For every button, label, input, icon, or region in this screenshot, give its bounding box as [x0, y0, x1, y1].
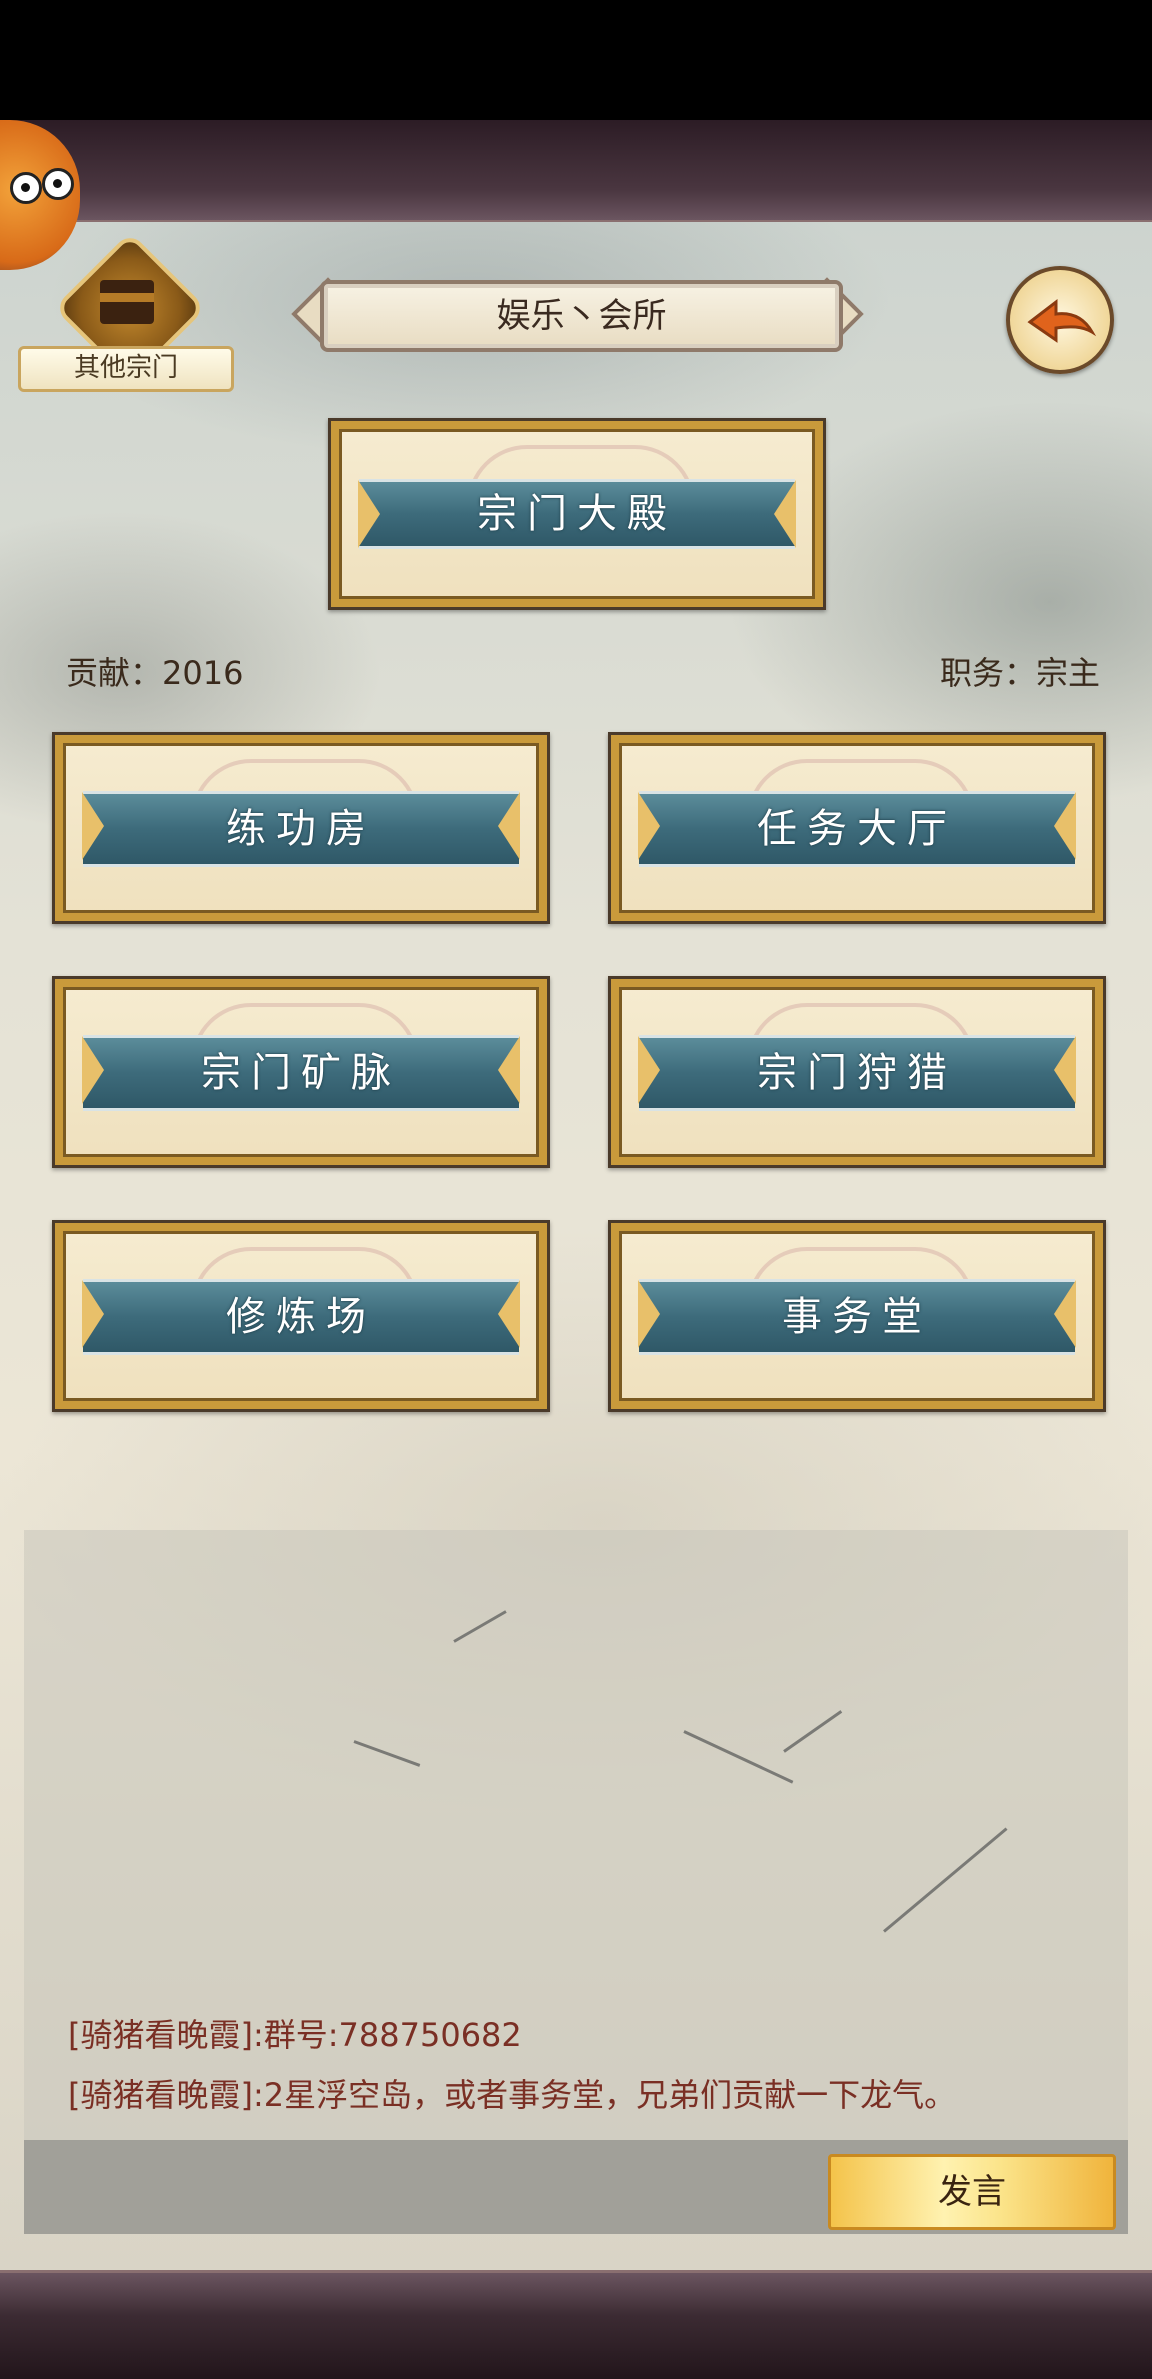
avatar-eye-icon	[42, 168, 74, 200]
avatar-eye-icon	[10, 172, 42, 204]
button-label: 修炼场	[82, 1279, 520, 1355]
button-label: 练功房	[82, 791, 520, 867]
top-frame	[0, 120, 1152, 223]
bottom-frame	[0, 2270, 1152, 2379]
chat-panel[interactable]: [骑猪看晚霞]:群号:788750682 [骑猪看晚霞]:2星浮空岛，或者事务堂…	[24, 1530, 1128, 2140]
bird-icon	[453, 1610, 507, 1643]
sect-main-hall-button[interactable]: 宗门大殿	[328, 418, 826, 610]
title-plaque: 娱乐丶会所	[290, 274, 865, 354]
button-label: 宗门狩猎	[638, 1035, 1076, 1111]
button-label: 任务大厅	[638, 791, 1076, 867]
training-room-button[interactable]: 练功房	[52, 732, 550, 924]
top-black-bar	[0, 0, 1152, 120]
main-hall-label: 宗门大殿	[358, 479, 796, 549]
sect-hunt-button[interactable]: 宗门狩猎	[608, 976, 1106, 1168]
position-text: 职务：宗主	[939, 654, 1100, 692]
bird-icon	[783, 1710, 843, 1753]
button-label: 宗门矿脉	[82, 1035, 520, 1111]
affairs-hall-button[interactable]: 事务堂	[608, 1220, 1106, 1412]
back-arrow-icon	[1027, 298, 1097, 343]
button-label: 事务堂	[638, 1279, 1076, 1355]
cultivation-field-button[interactable]: 修炼场	[52, 1220, 550, 1412]
bird-icon	[353, 1740, 421, 1767]
chat-message: [骑猪看晚霞]:群号:788750682	[68, 2016, 522, 2054]
crane-icon	[883, 1827, 1008, 1933]
chat-message: [骑猪看晚霞]:2星浮空岛，或者事务堂，兄弟们贡献一下龙气。	[68, 2076, 957, 2114]
bird-icon	[683, 1730, 794, 1784]
send-button[interactable]: 发言	[828, 2154, 1116, 2230]
page-title: 娱乐丶会所	[320, 280, 843, 352]
sect-mine-button[interactable]: 宗门矿脉	[52, 976, 550, 1168]
other-sects-label[interactable]: 其他宗门	[18, 346, 234, 392]
contribution-text: 贡献：2016	[66, 654, 244, 692]
back-button[interactable]	[1006, 266, 1114, 374]
sect-building-icon	[100, 280, 154, 324]
mission-hall-button[interactable]: 任务大厅	[608, 732, 1106, 924]
